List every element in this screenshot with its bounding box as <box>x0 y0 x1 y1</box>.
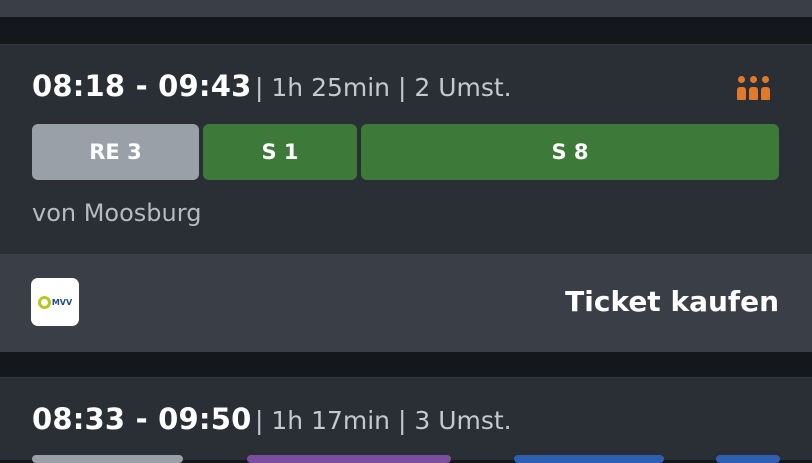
segment-peek[interactable] <box>716 455 780 463</box>
previous-card-edge <box>0 0 812 17</box>
segment-s8[interactable]: S 8 <box>361 124 779 180</box>
mvv-ring-icon <box>37 295 51 309</box>
journey-time-range: 08:18 - 09:43 <box>32 69 252 103</box>
segment-peek[interactable] <box>32 455 183 463</box>
journey-origin: von Moosburg <box>32 199 202 227</box>
buy-ticket-button[interactable]: Ticket kaufen <box>565 285 779 318</box>
mvv-logo-text: MVV <box>51 297 73 307</box>
segment-s1[interactable]: S 1 <box>203 124 357 180</box>
segment-re3[interactable]: RE 3 <box>32 124 199 180</box>
journey-time-range: 08:33 - 09:50 <box>32 402 252 436</box>
journey-duration-transfers: | 1h 17min | 3 Umst. <box>255 406 512 435</box>
segment-peek[interactable] <box>514 455 664 463</box>
mvv-logo: MVV <box>31 278 79 326</box>
journey-duration-transfers: | 1h 25min | 2 Umst. <box>255 73 512 102</box>
segment-peek[interactable] <box>247 455 451 463</box>
people-occupancy-icon <box>737 76 771 100</box>
